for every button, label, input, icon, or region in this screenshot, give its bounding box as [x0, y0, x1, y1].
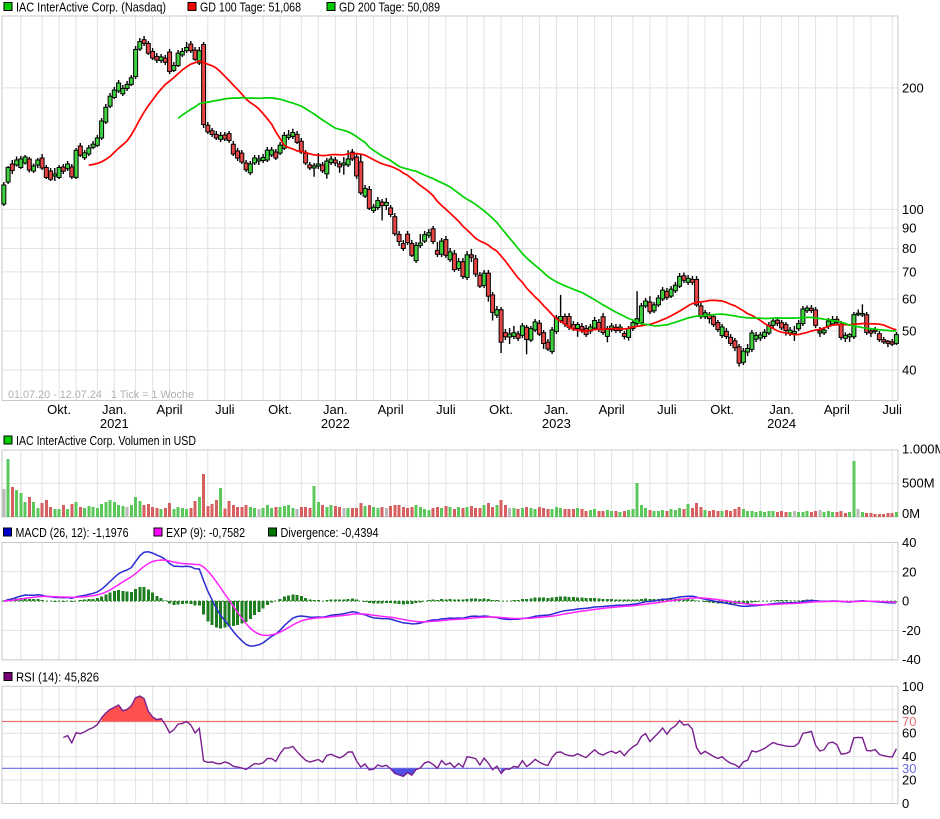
svg-text:IAC InterActive Corp. Volumen: IAC InterActive Corp. Volumen in USD — [16, 433, 196, 448]
svg-text:20: 20 — [902, 773, 916, 788]
svg-text:40: 40 — [902, 362, 916, 377]
svg-text:EXP (9): -0,7582: EXP (9): -0,7582 — [166, 525, 245, 540]
svg-text:IAC InterActive Corp. (Nasdaq): IAC InterActive Corp. (Nasdaq) — [16, 0, 166, 15]
svg-text:500M: 500M — [902, 476, 935, 491]
svg-text:April: April — [824, 402, 850, 417]
svg-text:2023: 2023 — [542, 416, 571, 431]
svg-text:Okt.: Okt. — [710, 402, 734, 417]
svg-text:2022: 2022 — [321, 416, 350, 431]
svg-text:Jan.: Jan. — [769, 402, 794, 417]
svg-text:Okt.: Okt. — [489, 402, 513, 417]
svg-text:Juli: Juli — [882, 402, 902, 417]
svg-text:Juli: Juli — [436, 402, 456, 417]
svg-text:Okt.: Okt. — [47, 402, 71, 417]
svg-text:0: 0 — [902, 594, 909, 609]
svg-text:0: 0 — [902, 796, 909, 811]
svg-text:1.000M: 1.000M — [902, 442, 940, 457]
svg-text:April: April — [378, 402, 404, 417]
svg-text:100: 100 — [902, 202, 924, 217]
svg-text:RSI (14): 45,826: RSI (14): 45,826 — [16, 670, 99, 685]
svg-text:April: April — [157, 402, 183, 417]
svg-text:Juli: Juli — [657, 402, 677, 417]
svg-text:100: 100 — [902, 679, 924, 694]
svg-text:Jan.: Jan. — [102, 402, 127, 417]
svg-text:-20: -20 — [902, 623, 921, 638]
svg-text:Okt.: Okt. — [268, 402, 292, 417]
svg-text:01.07.20 - 12.07.24 1 Tick =: 01.07.20 - 12.07.24 1 Tick = 1 Woche — [8, 389, 194, 401]
svg-text:Jan.: Jan. — [323, 402, 348, 417]
svg-text:40: 40 — [902, 535, 916, 550]
svg-text:GD 200 Tage: 50,089: GD 200 Tage: 50,089 — [339, 0, 440, 15]
svg-text:50: 50 — [902, 323, 916, 338]
svg-text:70: 70 — [902, 264, 916, 279]
svg-text:80: 80 — [902, 241, 916, 256]
svg-text:20: 20 — [902, 564, 916, 579]
svg-text:Juli: Juli — [215, 402, 235, 417]
svg-text:0M: 0M — [902, 506, 920, 521]
svg-text:Divergence: -0,4394: Divergence: -0,4394 — [281, 525, 379, 540]
svg-text:-40: -40 — [902, 652, 921, 667]
svg-text:2021: 2021 — [100, 416, 129, 431]
svg-text:GD 100 Tage: 51,068: GD 100 Tage: 51,068 — [200, 0, 301, 15]
svg-text:April: April — [599, 402, 625, 417]
svg-text:200: 200 — [902, 80, 924, 95]
svg-text:60: 60 — [902, 726, 916, 741]
svg-text:90: 90 — [902, 220, 916, 235]
svg-text:2024: 2024 — [767, 416, 796, 431]
svg-text:60: 60 — [902, 291, 916, 306]
svg-text:Jan.: Jan. — [544, 402, 569, 417]
svg-text:MACD (26, 12): -1,1976: MACD (26, 12): -1,1976 — [16, 525, 129, 540]
